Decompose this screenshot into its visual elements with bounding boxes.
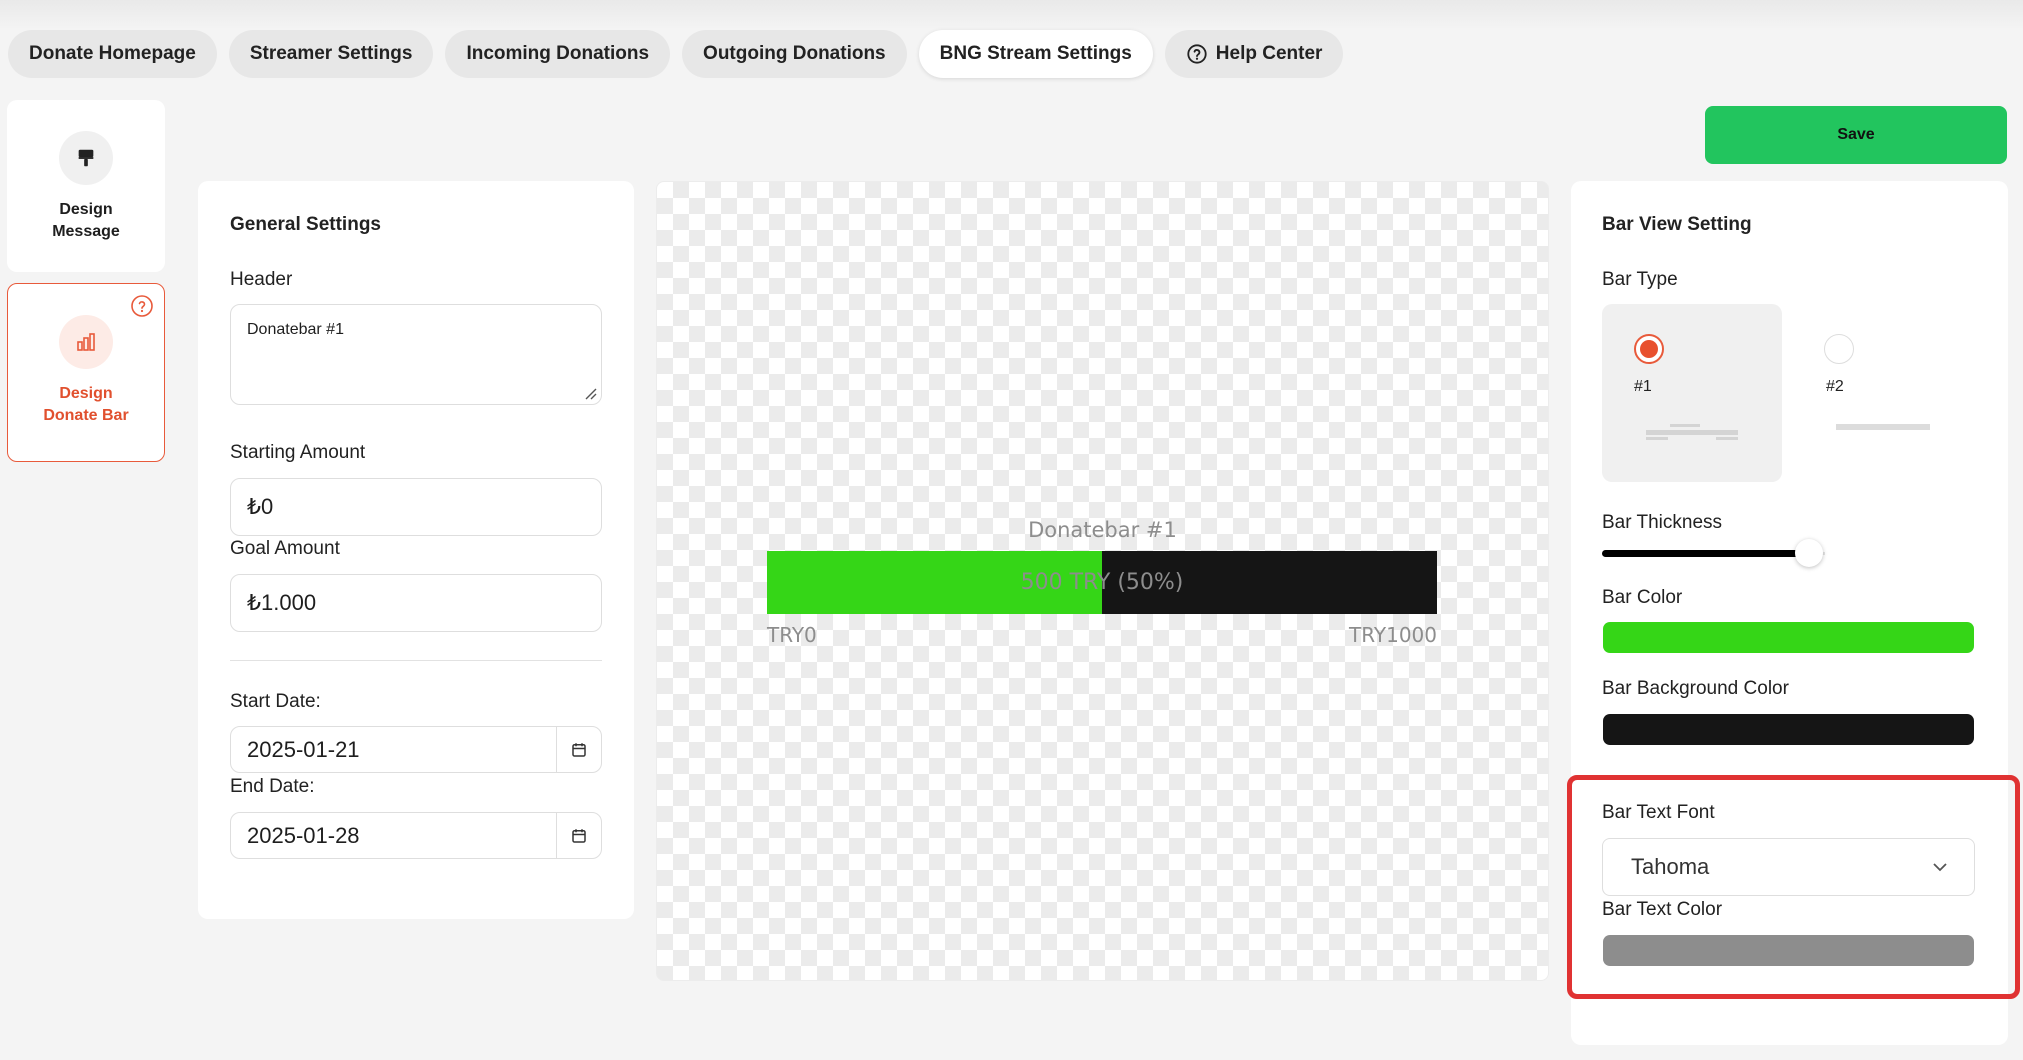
bar-thickness-slider-track[interactable] [1602,550,1805,557]
progress-max-label: TRY1000 [1349,623,1437,647]
starting-amount-label: Starting Amount [230,442,366,463]
bar-type-label-1: #1 [1634,378,1652,395]
bar-chart-icon [59,315,113,369]
tab-incoming-donations[interactable]: Incoming Donations [445,30,671,78]
starting-amount-value: ₺0 [247,494,274,519]
bar-type-radio-1[interactable] [1634,334,1664,364]
sidebar-item-design-message[interactable]: Design Message [7,100,165,272]
bar-type-option-1[interactable]: #1 [1602,304,1782,482]
progress-text: 500 TRY (50%) [1020,570,1184,595]
goal-amount-value: ₺1.000 [247,590,317,615]
tab-help-center[interactable]: Help Center [1164,30,1344,78]
preview-title: Donatebar #1 [1028,518,1177,542]
goal-amount-input[interactable]: ₺1.000 [230,574,602,632]
goal-amount-label: Goal Amount [230,538,340,559]
start-date-field[interactable]: 2025-01-21 [230,726,602,773]
sidebar-item-label: Design Donate Bar [43,385,129,424]
progress-bar: 500 TRY (50%) [767,551,1437,614]
header-value: Donatebar #1 [247,321,344,338]
sidebar-item-design-donate-bar[interactable]: Design Donate Bar [7,283,165,462]
bar-type-label-2: #2 [1826,378,1844,395]
sidebar-item-label: Design Message [52,201,120,240]
tab-label: Donate Homepage [29,43,196,64]
general-settings-title: General Settings [230,214,381,235]
paint-roller-icon [59,131,113,185]
resize-handle-icon[interactable] [583,386,597,400]
end-date-value: 2025-01-28 [247,822,360,848]
tab-bng-stream-settings[interactable]: BNG Stream Settings [918,30,1153,78]
bar-color-swatch[interactable] [1603,622,1974,653]
bar-type-radio-2[interactable] [1824,334,1854,364]
question-circle-icon [1187,44,1207,64]
bar-type-label: Bar Type [1602,269,1678,290]
bar-background-color-label: Bar Background Color [1602,678,1789,699]
bar-thickness-slider-thumb[interactable] [1795,539,1823,567]
start-date-label: Start Date: [230,691,321,712]
bar-color-label: Bar Color [1602,587,1683,608]
starting-amount-input[interactable]: ₺0 [230,478,602,536]
question-circle-icon[interactable] [130,294,154,318]
tab-label: Outgoing Donations [703,43,886,64]
bar-type-1-thumbnail-icon [1646,424,1738,440]
top-nav-tabs: Donate Homepage Streamer Settings Incomi… [8,30,1344,78]
calendar-icon[interactable] [556,813,601,858]
bar-type-2-thumbnail-icon [1836,424,1930,430]
tab-label: BNG Stream Settings [939,43,1132,64]
tab-label: Help Center [1215,43,1323,64]
start-date-value: 2025-01-21 [247,736,360,762]
tab-donate-homepage[interactable]: Donate Homepage [8,30,217,78]
bar-thickness-label: Bar Thickness [1602,512,1723,533]
end-date-label: End Date: [230,776,315,797]
donate-bar-preview: Donatebar #1 500 TRY (50%) TRY0 TRY1000 [656,181,1549,981]
highlight-box [1567,775,2020,999]
tab-label: Incoming Donations [466,43,650,64]
bar-background-color-swatch[interactable] [1603,714,1974,745]
progress-min-label: TRY0 [767,623,817,647]
divider [230,660,602,661]
header-textarea[interactable]: Donatebar #1 [230,304,602,405]
save-button[interactable]: Save [1705,106,2007,164]
calendar-icon[interactable] [556,727,601,772]
bar-type-option-2[interactable]: #2 [1792,304,1972,482]
tab-streamer-settings[interactable]: Streamer Settings [228,30,434,78]
browser-top-strip [0,0,2023,30]
header-label: Header [230,269,293,290]
tab-label: Streamer Settings [249,43,413,64]
end-date-field[interactable]: 2025-01-28 [230,812,602,859]
tab-outgoing-donations[interactable]: Outgoing Donations [682,30,907,78]
bar-view-title: Bar View Setting [1602,214,1752,235]
